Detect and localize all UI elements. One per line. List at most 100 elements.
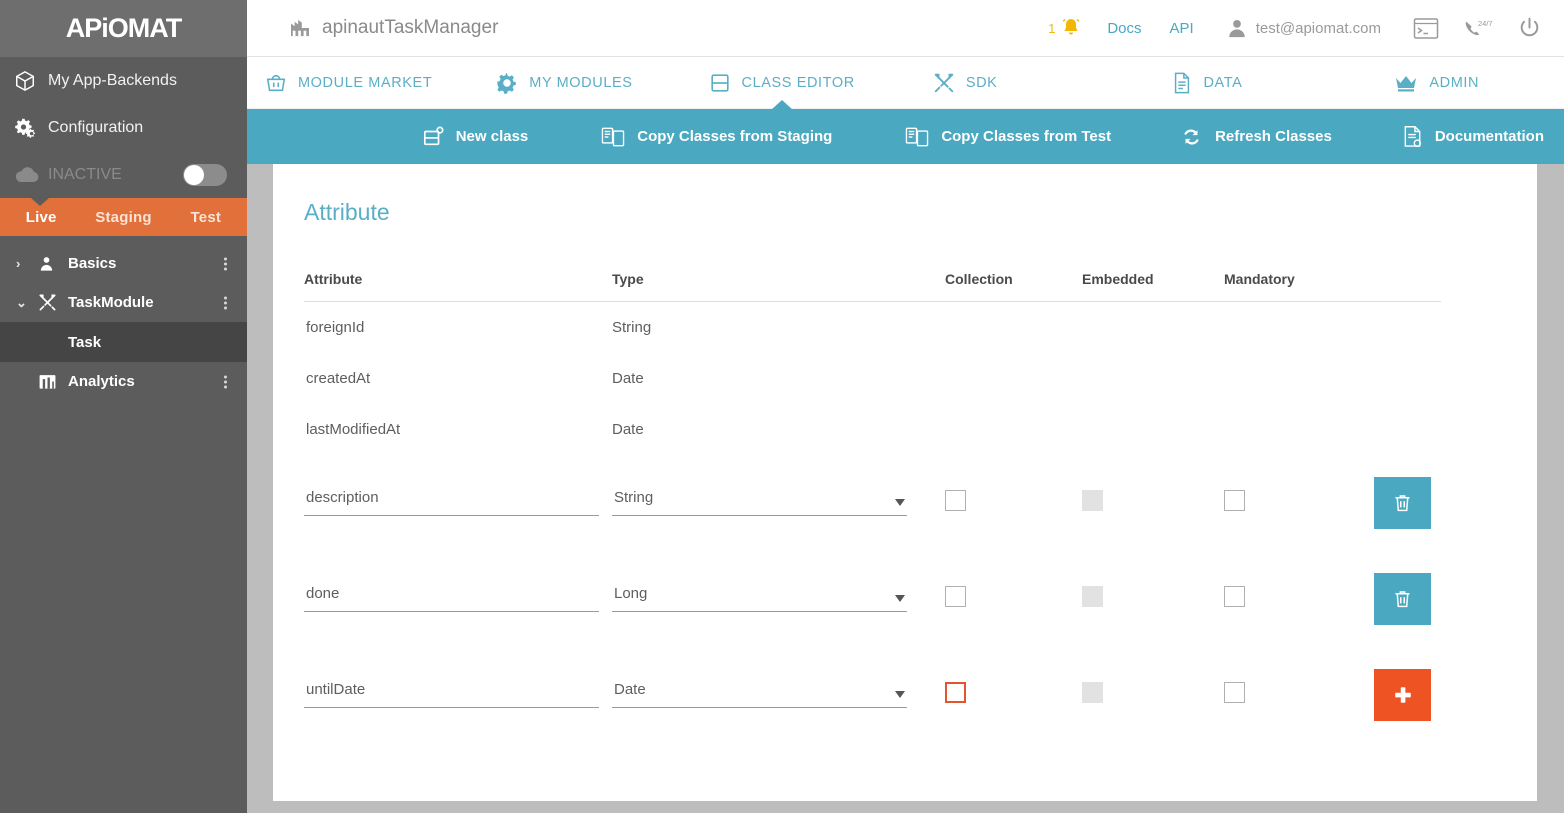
brand-logo-text: APiOMAT — [66, 13, 182, 44]
column-header-attribute: Attribute — [304, 271, 612, 302]
sidebar-item-my-app-backends[interactable]: My App-Backends — [0, 57, 247, 104]
phone-24-7-icon[interactable]: 24/7 — [1463, 17, 1493, 40]
chevron-down-icon[interactable]: ⌄ — [16, 295, 38, 311]
tree-item-analytics[interactable]: Analytics — [0, 362, 247, 401]
embedded-checkbox — [1082, 586, 1103, 607]
attribute-mandatory-cell — [1224, 551, 1374, 647]
copy-classes-from-staging-button[interactable]: Copy Classes from Staging — [600, 126, 832, 148]
attribute-collection-cell — [945, 647, 1082, 743]
tree-item-basics[interactable]: › Basics — [0, 244, 247, 283]
user-email[interactable]: test@apiomat.com — [1256, 20, 1381, 37]
api-link[interactable]: API — [1156, 20, 1208, 37]
attribute-actions — [1374, 353, 1441, 404]
brand-logo[interactable]: APiOMAT — [0, 0, 247, 57]
power-icon[interactable] — [1517, 16, 1542, 41]
documentation-button[interactable]: Documentation — [1402, 125, 1544, 148]
attribute-type-select[interactable]: Date — [612, 681, 907, 708]
attribute-name-input[interactable]: description — [304, 489, 599, 516]
collection-checkbox[interactable] — [945, 586, 966, 607]
attribute-name-input[interactable]: done — [304, 585, 599, 612]
attribute-collection-cell — [945, 455, 1082, 551]
attribute-name: createdAt — [304, 353, 612, 404]
attribute-type-select[interactable]: String — [612, 489, 907, 516]
new-class-button[interactable]: New class — [422, 126, 529, 148]
column-header-actions — [1374, 271, 1441, 302]
docs-link[interactable]: Docs — [1093, 20, 1155, 37]
top-bar: apinautTaskManager 1 Docs API — [247, 0, 1564, 57]
attribute-type-cell: Date — [612, 647, 945, 743]
tree-item-label: TaskModule — [68, 294, 154, 311]
tree-item-menu-icon[interactable] — [224, 375, 227, 388]
chevron-right-icon[interactable]: › — [16, 256, 38, 271]
delete-attribute-button[interactable] — [1374, 477, 1431, 529]
app-title: apinautTaskManager — [289, 17, 498, 39]
tab-sdk[interactable]: SDK — [933, 57, 998, 109]
tree-item-menu-icon[interactable] — [224, 296, 227, 309]
tab-class-editor[interactable]: CLASS EDITOR — [709, 57, 855, 109]
tab-label: DATA — [1203, 75, 1242, 91]
tab-module-market[interactable]: MODULE MARKET — [265, 57, 432, 109]
tree-item-menu-icon[interactable] — [224, 257, 227, 270]
tree-item-taskmodule[interactable]: ⌄ TaskModule — [0, 283, 247, 322]
attribute-embedded — [1082, 353, 1224, 404]
tab-label: CLASS EDITOR — [742, 75, 855, 91]
tab-data[interactable]: DATA — [1172, 57, 1242, 109]
attribute-name-input[interactable]: untilDate — [304, 681, 599, 708]
sidebar-item-label: My App-Backends — [48, 72, 177, 90]
env-active-pointer — [31, 198, 49, 206]
env-tab-live[interactable]: Live — [0, 209, 82, 226]
env-tab-test[interactable]: Test — [165, 209, 247, 226]
tab-label: ADMIN — [1429, 75, 1479, 91]
tab-my-modules[interactable]: MY MODULES — [496, 57, 632, 109]
delete-attribute-button[interactable] — [1374, 573, 1431, 625]
sidebar-item-label: Configuration — [48, 119, 143, 137]
embedded-checkbox — [1082, 490, 1103, 511]
mandatory-checkbox[interactable] — [1224, 490, 1245, 511]
tab-label: SDK — [966, 75, 998, 91]
notification-count: 1 — [1048, 21, 1055, 36]
trash-icon — [1392, 492, 1413, 514]
env-tab-staging[interactable]: Staging — [82, 209, 164, 226]
terminal-icon[interactable] — [1413, 17, 1439, 40]
sidebar-item-configuration[interactable]: Configuration — [0, 104, 247, 151]
cloud-icon — [14, 166, 48, 184]
attribute-collection — [945, 353, 1082, 404]
collection-checkbox[interactable] — [945, 682, 966, 703]
classes-icon — [709, 72, 731, 94]
copy-classes-icon — [600, 126, 626, 148]
copy-classes-from-test-button[interactable]: Copy Classes from Test — [904, 126, 1111, 148]
add-attribute-button[interactable] — [1374, 669, 1431, 721]
user-avatar-icon[interactable] — [1226, 17, 1248, 39]
refresh-classes-button[interactable]: Refresh Classes — [1179, 126, 1332, 148]
attribute-type-value: String — [614, 489, 653, 506]
attribute-name-cell: untilDate — [304, 647, 612, 743]
module-tree: › Basics ⌄ TaskModul — [0, 236, 247, 401]
mandatory-checkbox[interactable] — [1224, 682, 1245, 703]
attribute-embedded-cell — [1082, 551, 1224, 647]
attribute-actions-cell — [1374, 647, 1441, 743]
status-toggle[interactable] — [183, 164, 227, 186]
attribute-name-cell: done — [304, 551, 612, 647]
mandatory-checkbox[interactable] — [1224, 586, 1245, 607]
attribute-actions — [1374, 302, 1441, 353]
gears-icon — [14, 116, 48, 140]
bell-icon[interactable] — [1059, 16, 1083, 40]
attribute-type-select[interactable]: Long — [612, 585, 907, 612]
chevron-down-icon — [895, 595, 905, 602]
trash-icon — [1392, 588, 1413, 610]
svg-text:24/7: 24/7 — [1478, 19, 1493, 28]
cube-icon — [14, 70, 48, 92]
toolbar-label: Copy Classes from Test — [941, 128, 1111, 145]
document-icon — [1172, 72, 1192, 94]
tab-admin[interactable]: ADMIN — [1394, 57, 1479, 109]
tab-label: MODULE MARKET — [298, 75, 432, 91]
toolbar-label: Documentation — [1435, 128, 1544, 145]
chevron-down-icon — [895, 499, 905, 506]
column-header-mandatory: Mandatory — [1224, 271, 1374, 302]
attribute-type-value: Long — [614, 585, 647, 602]
attribute-type-cell: Long — [612, 551, 945, 647]
tree-item-task[interactable]: Task — [0, 322, 247, 362]
collection-checkbox[interactable] — [945, 490, 966, 511]
attribute-name-cell: description — [304, 455, 612, 551]
sidebar: APiOMAT My App-Backends Configuration — [0, 0, 247, 813]
